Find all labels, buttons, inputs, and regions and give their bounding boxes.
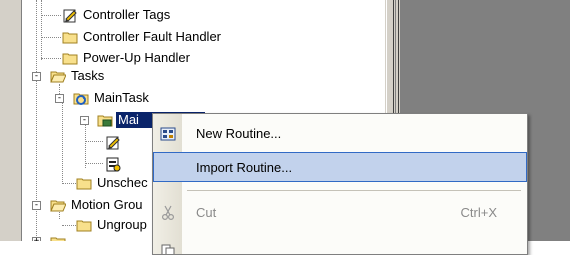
- tree-left-border: [0, 0, 22, 241]
- tree-item-main-routine[interactable]: [105, 155, 128, 173]
- new-routine-icon: [160, 126, 176, 142]
- collapse-motion-groups-toggle[interactable]: -: [32, 201, 41, 210]
- menu-item-label: Import Routine...: [196, 160, 293, 175]
- tree-item-label: Unschec: [97, 175, 148, 190]
- task-icon: [73, 90, 89, 106]
- copy-icon: [160, 243, 176, 254]
- menu-item-label: Cut: [196, 205, 217, 220]
- tree-item-label: Ungroup: [97, 217, 147, 232]
- collapse-mainprogram-toggle[interactable]: -: [80, 116, 89, 125]
- collapse-maintask-toggle[interactable]: -: [55, 94, 64, 103]
- tree-item-label: Power-Up Handler: [83, 50, 190, 65]
- tags-icon: [62, 7, 78, 23]
- tree-item-unscheduled-programs[interactable]: Unschec: [76, 174, 150, 192]
- tags-icon: [105, 134, 121, 150]
- tree-connector: [62, 225, 76, 226]
- tree-item-maintask[interactable]: MainTask: [73, 89, 151, 107]
- folder-icon: [76, 175, 92, 191]
- menu-item-next-partial[interactable]: [153, 236, 527, 254]
- tree-connector: [62, 98, 63, 184]
- scissors-icon: [160, 205, 176, 221]
- menu-item-cut[interactable]: Cut Ctrl+X: [153, 198, 527, 228]
- menu-separator: [187, 190, 521, 191]
- folder-icon: [62, 50, 78, 66]
- collapse-tasks-toggle[interactable]: -: [32, 72, 41, 81]
- tree-item-controller-tags[interactable]: Controller Tags: [62, 6, 172, 24]
- tree-connector: [41, 37, 61, 38]
- tree-item-label: Controller Tags: [83, 7, 171, 22]
- tree-item-label: Tasks: [71, 68, 105, 83]
- menu-item-new-routine[interactable]: New Routine...: [153, 119, 527, 149]
- tree-item-ungrouped-axes[interactable]: Ungroup: [76, 216, 149, 234]
- menu-item-label: New Routine...: [196, 126, 282, 141]
- tree-item-label: MainTask: [94, 90, 149, 105]
- tree-connector: [85, 141, 103, 142]
- tree-connector: [41, 15, 61, 16]
- tree-connector: [85, 120, 86, 168]
- tree-connector: [62, 183, 76, 184]
- tree-connector: [41, 0, 42, 60]
- tree-connector: [41, 58, 61, 59]
- tree-item-power-up-handler[interactable]: Power-Up Handler: [62, 49, 192, 67]
- folder-icon: [62, 29, 78, 45]
- menu-item-shortcut: Ctrl+X: [460, 205, 497, 220]
- folder-open-icon: [50, 68, 66, 84]
- folder-open-icon: [50, 197, 66, 213]
- tree-item-label: Motion Grou: [71, 197, 143, 212]
- tree-item-partial[interactable]: [50, 233, 73, 241]
- tree-item-motion-groups[interactable]: Motion Grou: [50, 196, 145, 214]
- tree-connector: [85, 163, 103, 164]
- tree-item-program-tags[interactable]: [105, 133, 128, 151]
- menu-item-import-routine[interactable]: Import Routine...: [153, 152, 527, 182]
- folder-icon: [76, 217, 92, 233]
- tree-item-tasks[interactable]: Tasks: [50, 67, 106, 85]
- folder-icon: [50, 234, 66, 241]
- expand-add-on-toggle[interactable]: +: [32, 237, 41, 241]
- routine-icon: [105, 156, 121, 172]
- program-icon: [97, 112, 113, 128]
- tree-item-controller-fault-handler[interactable]: Controller Fault Handler: [62, 28, 223, 46]
- context-menu: New Routine... Import Routine... Cut Ctr…: [152, 113, 528, 255]
- tree-item-label: Controller Fault Handler: [83, 29, 222, 44]
